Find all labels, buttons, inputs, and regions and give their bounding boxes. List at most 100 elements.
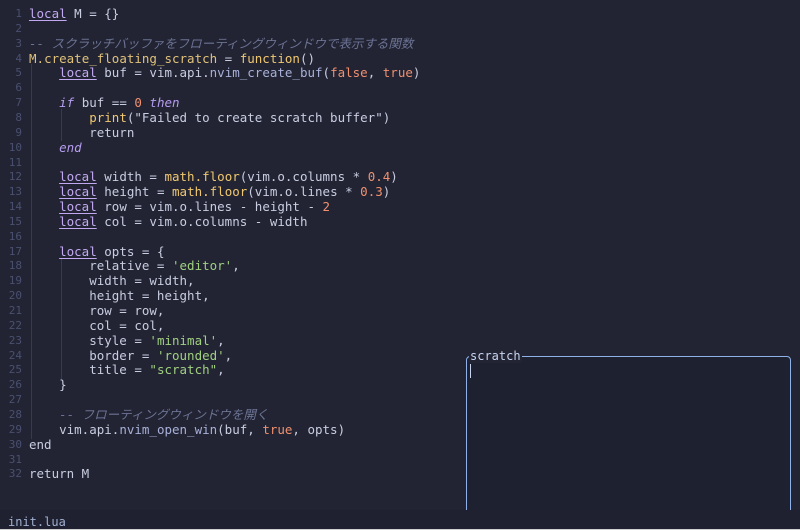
- code-token: true: [262, 421, 293, 437]
- code-text: }: [29, 377, 67, 392]
- line-number: 10: [8, 140, 22, 154]
- line-number: 6: [15, 81, 22, 95]
- code-token: ("Failed to create scratch buffer"): [126, 109, 391, 125]
- code-token: }: [29, 377, 67, 393]
- code-token: ,: [232, 258, 240, 274]
- code-token: ,: [224, 347, 233, 363]
- code-token: 2: [322, 199, 331, 215]
- code-token: col = vim.o.columns - width: [96, 213, 308, 229]
- code-line[interactable]: 12 local width = math.floor(vim.o.column…: [0, 169, 800, 184]
- line-number: 13: [8, 185, 22, 199]
- code-text: col = col,: [29, 318, 164, 333]
- code-text: row = row,: [29, 303, 164, 318]
- code-token: nvim_open_win: [119, 421, 218, 437]
- code-token: width = width,: [29, 273, 195, 289]
- code-line[interactable]: 16: [0, 229, 800, 244]
- code-line[interactable]: 22 col = col,: [0, 318, 800, 333]
- code-text: print("Failed to create scratch buffer"): [29, 110, 390, 125]
- code-text: end: [29, 140, 82, 155]
- line-number: 2: [15, 21, 22, 35]
- line-number: 27: [8, 393, 22, 407]
- code-line[interactable]: 14 local row = vim.o.lines - height - 2: [0, 199, 800, 214]
- line-number: 8: [15, 110, 22, 124]
- code-token: 0: [134, 95, 142, 111]
- line-number: 25: [8, 363, 22, 377]
- code-token: false: [330, 65, 368, 81]
- code-token: M = {}: [66, 6, 120, 21]
- code-token: true: [382, 65, 413, 81]
- line-number: 22: [8, 318, 22, 332]
- code-text: M.create_floating_scratch = function(): [29, 51, 315, 66]
- line-number: 18: [8, 259, 22, 273]
- code-token: , opts): [292, 421, 346, 437]
- line-number: 17: [8, 244, 22, 258]
- code-line[interactable]: 4 M.create_floating_scratch = function(): [0, 51, 800, 66]
- code-line[interactable]: 3 -- スクラッチバッファをフローティングウィンドウで表示する関数: [0, 36, 800, 51]
- code-token: local: [59, 213, 97, 229]
- code-line[interactable]: 2: [0, 21, 800, 36]
- code-token: (vim.o.lines *: [247, 184, 361, 200]
- line-number: 7: [15, 96, 22, 110]
- code-line[interactable]: 10 end: [0, 140, 800, 155]
- line-number: 30: [8, 437, 22, 451]
- code-token: ): [412, 65, 421, 81]
- status-filename: init.lua: [8, 515, 66, 529]
- code-line[interactable]: 1 local M = {}: [0, 6, 800, 21]
- code-line[interactable]: 13 local height = math.floor(vim.o.lines…: [0, 184, 800, 199]
- floating-scratch-window[interactable]: scratch: [466, 349, 791, 521]
- code-token: ): [390, 169, 398, 185]
- code-line[interactable]: 19 width = width,: [0, 273, 800, 288]
- code-token: ): [382, 184, 391, 200]
- code-token: local: [59, 199, 97, 215]
- code-token: ,: [367, 65, 383, 81]
- line-number: 19: [8, 274, 22, 288]
- code-token: ,: [217, 332, 225, 348]
- code-line[interactable]: 17 local opts = {: [0, 244, 800, 259]
- code-token: width =: [96, 169, 165, 185]
- code-text: border = 'rounded',: [29, 348, 232, 363]
- code-text: local M = {}: [29, 6, 119, 21]
- code-line[interactable]: 5 local buf = vim.api.nvim_create_buf(fa…: [0, 65, 800, 80]
- code-token: local: [59, 169, 97, 185]
- line-number: 11: [8, 155, 22, 169]
- code-token: -- スクラッチバッファをフローティングウィンドウで表示する関数: [29, 35, 414, 51]
- code-token: border =: [29, 347, 157, 363]
- code-line[interactable]: 8 print("Failed to create scratch buffer…: [0, 110, 800, 125]
- line-number: 16: [8, 229, 22, 243]
- code-token: height =: [96, 184, 173, 200]
- code-token: math.floor: [164, 169, 240, 185]
- code-line[interactable]: 6: [0, 80, 800, 95]
- code-token: end: [29, 436, 52, 452]
- code-token: (buf,: [217, 421, 263, 437]
- code-token: 'minimal': [149, 332, 218, 348]
- code-line[interactable]: 9 return: [0, 125, 800, 140]
- code-text: return M: [29, 466, 89, 481]
- code-token: local: [29, 6, 67, 21]
- line-number: 21: [8, 304, 22, 317]
- code-token: (: [322, 65, 331, 81]
- code-token: 'rounded': [156, 347, 225, 363]
- code-token: local: [59, 65, 97, 81]
- line-number: 14: [8, 200, 22, 214]
- line-number: 20: [8, 289, 22, 303]
- code-token: relative =: [29, 258, 172, 274]
- code-token: math.floor: [172, 184, 248, 200]
- code-line[interactable]: 20 height = height,: [0, 288, 800, 303]
- code-text: -- フローティングウィンドウを開く: [29, 407, 268, 422]
- code-line[interactable]: 18 relative = 'editor',: [0, 258, 800, 273]
- line-number: 32: [8, 467, 22, 481]
- code-token: "scratch": [149, 362, 218, 378]
- code-line[interactable]: 21 row = row,: [0, 303, 800, 318]
- status-line: init.lua: [0, 510, 800, 530]
- code-token: nvim_create_buf: [209, 65, 323, 81]
- code-line[interactable]: 7 if buf == 0 then: [0, 95, 800, 110]
- code-text: local height = math.floor(vim.o.lines * …: [29, 184, 390, 199]
- code-line[interactable]: 23 style = 'minimal',: [0, 333, 800, 348]
- code-line[interactable]: 11: [0, 155, 800, 170]
- code-token: title =: [29, 362, 150, 378]
- code-text: return: [29, 125, 134, 140]
- code-line[interactable]: 15 local col = vim.o.columns - width: [0, 214, 800, 229]
